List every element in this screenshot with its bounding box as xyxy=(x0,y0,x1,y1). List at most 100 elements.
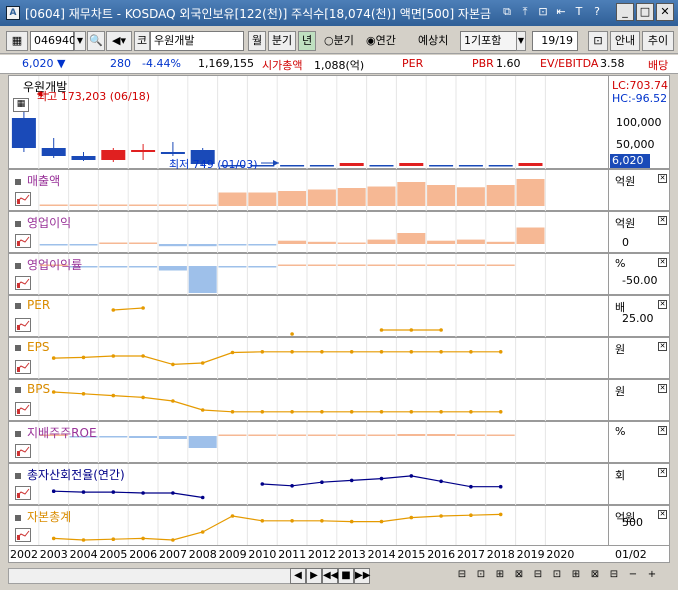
stop-icon[interactable]: ■ xyxy=(338,568,354,584)
month-button[interactable]: 월 xyxy=(248,31,266,51)
chart-line-icon[interactable] xyxy=(15,192,31,206)
indicator-plot[interactable]: 영업이익률 xyxy=(9,254,609,296)
chart-bar-icon[interactable] xyxy=(15,528,31,542)
indicator-plot[interactable]: 총자산회전율(연간) xyxy=(9,464,609,506)
indicator-pane[interactable]: PER 배 ✕ 25.00 xyxy=(8,295,670,338)
zoom-icon[interactable]: ⊡ xyxy=(588,31,608,51)
page-counter[interactable]: 19/19 xyxy=(532,31,578,51)
axis-tick: -50.00 xyxy=(622,274,658,287)
chart-bar-icon[interactable] xyxy=(15,486,31,500)
chart-bar-icon[interactable] xyxy=(15,360,31,374)
chart-tool-icon[interactable]: ⊠ xyxy=(587,568,603,584)
estimate-select[interactable]: 1기포함 xyxy=(460,31,524,51)
bar xyxy=(337,242,366,244)
legend-square-icon xyxy=(15,514,21,521)
trend-button[interactable]: 추이 xyxy=(642,31,674,51)
code-dropdown-icon[interactable]: ▼ xyxy=(74,31,86,51)
fast-forward-icon[interactable]: ▶▶ xyxy=(354,568,370,584)
link-window-icon[interactable]: ⧉ xyxy=(500,4,514,20)
close-pane-icon[interactable]: ✕ xyxy=(658,468,667,477)
indicator-pane[interactable]: EPS 원 ✕ xyxy=(8,337,670,380)
chart-line-icon[interactable] xyxy=(15,276,31,290)
horizontal-scrollbar[interactable] xyxy=(8,568,308,584)
candle-body xyxy=(280,165,305,167)
bar xyxy=(278,264,307,266)
chart-tool-icon[interactable]: ⊡ xyxy=(549,568,565,584)
minimize-button[interactable]: _ xyxy=(616,3,634,21)
candle-body xyxy=(339,163,364,166)
indicator-plot[interactable]: 영업이익 xyxy=(9,212,609,254)
chart-line-icon[interactable] xyxy=(15,444,31,458)
price-chart-plot[interactable]: 우원개발 ▦ 최고 173,203 (06/18) 최저 749 (01/03) xyxy=(9,76,609,171)
x-axis-year: 2019 xyxy=(516,548,545,561)
per-label: PER xyxy=(402,57,424,70)
close-pane-icon[interactable]: ✕ xyxy=(658,174,667,183)
bar xyxy=(218,192,247,206)
indicator-svg xyxy=(38,338,546,380)
close-button[interactable]: ✕ xyxy=(656,3,674,21)
chart-tool-icon[interactable]: ⊠ xyxy=(511,568,527,584)
zoom-in-icon[interactable]: + xyxy=(644,568,660,584)
app-icon: A xyxy=(6,6,20,20)
maximize-button[interactable]: □ xyxy=(636,3,654,21)
radio-quarter[interactable]: ○분기 xyxy=(324,31,354,51)
chart-tool-icon[interactable]: ⊞ xyxy=(492,568,508,584)
indicator-title-text: BPS xyxy=(27,382,51,396)
chart-line-icon[interactable] xyxy=(15,234,31,248)
year-button[interactable]: 년 xyxy=(298,31,316,51)
x-axis-year: 2018 xyxy=(486,548,515,561)
chart-tool-icon[interactable]: ⊟ xyxy=(454,568,470,584)
chart-bar-icon[interactable] xyxy=(15,402,31,416)
indicator-plot[interactable]: 자본총계 xyxy=(9,506,609,548)
close-pane-icon[interactable]: ✕ xyxy=(658,258,667,267)
indicator-plot[interactable]: BPS xyxy=(9,380,609,422)
speaker-icon[interactable]: ◀▾ xyxy=(106,31,132,51)
close-pane-icon[interactable]: ✕ xyxy=(658,216,667,225)
indicator-plot[interactable]: EPS xyxy=(9,338,609,380)
indicator-pane[interactable]: 총자산회전율(연간) 회 ✕ xyxy=(8,463,670,506)
search-icon[interactable]: 🔍 xyxy=(87,31,105,51)
guide-button[interactable]: 안내 xyxy=(610,31,640,51)
mcap-label: 시가총액 xyxy=(262,59,303,72)
capture-icon[interactable]: ⊡ xyxy=(536,4,550,20)
close-pane-icon[interactable]: ✕ xyxy=(658,384,667,393)
chart-tool-icon[interactable]: ⊟ xyxy=(606,568,622,584)
estimate-dropdown-icon[interactable]: ▼ xyxy=(516,31,526,51)
chart-tool-icon[interactable]: ⊞ xyxy=(568,568,584,584)
indicator-plot[interactable]: PER xyxy=(9,296,609,338)
price-chart-pane[interactable]: 우원개발 ▦ 최고 173,203 (06/18) 최저 749 (01/03)… xyxy=(8,75,670,171)
stock-code-input[interactable]: 046940 xyxy=(30,31,76,51)
indicator-pane[interactable]: 영업이익률 % ✕ -50.00 xyxy=(8,253,670,296)
mcap-value: 1,088(억) xyxy=(314,59,365,72)
scroll-left-icon[interactable]: ◀ xyxy=(290,568,306,584)
zoom-out-icon[interactable]: − xyxy=(625,568,641,584)
indicator-pane[interactable]: 영업이익 억원 ✕ 0 xyxy=(8,211,670,254)
scroll-right-icon[interactable]: ▶ xyxy=(306,568,322,584)
chart-tool-icon[interactable]: ⊡ xyxy=(473,568,489,584)
quarter-button[interactable]: 분기 xyxy=(268,31,296,51)
calendar-icon[interactable]: ▦ xyxy=(13,98,29,112)
help-icon[interactable]: ? xyxy=(590,4,604,20)
close-pane-icon[interactable]: ✕ xyxy=(658,300,667,309)
indicator-pane[interactable]: 매출액 억원 ✕ xyxy=(8,169,670,212)
rewind-icon[interactable]: ◀◀ xyxy=(322,568,338,584)
price-change: 280 xyxy=(110,57,131,70)
indicator-plot[interactable]: 매출액 xyxy=(9,170,609,212)
estimate-label: 예상치 xyxy=(418,34,449,47)
indicator-pane[interactable]: BPS 원 ✕ xyxy=(8,379,670,422)
axis-unit: % xyxy=(615,425,626,438)
company-name-field[interactable]: 우원개발 xyxy=(150,31,244,51)
indicator-plot[interactable]: 지배주주ROE xyxy=(9,422,609,464)
indicator-pane[interactable]: 자본총계 억원 ✕ 500 xyxy=(8,505,670,548)
indicator-pane[interactable]: 지배주주ROE % ✕ xyxy=(8,421,670,464)
radio-annual[interactable]: ◉연간 xyxy=(366,31,396,51)
send-icon[interactable]: ⇤ xyxy=(554,4,568,20)
close-pane-icon[interactable]: ✕ xyxy=(658,342,667,351)
font-icon[interactable]: T xyxy=(572,4,586,20)
chart-tool-icon[interactable]: ⊟ xyxy=(530,568,546,584)
grid-icon[interactable]: ▦ xyxy=(6,31,28,51)
chart-bar-icon[interactable] xyxy=(15,318,31,332)
pin-icon[interactable]: ⤒ xyxy=(518,4,532,20)
close-pane-icon[interactable]: ✕ xyxy=(658,426,667,435)
close-pane-icon[interactable]: ✕ xyxy=(658,510,667,519)
